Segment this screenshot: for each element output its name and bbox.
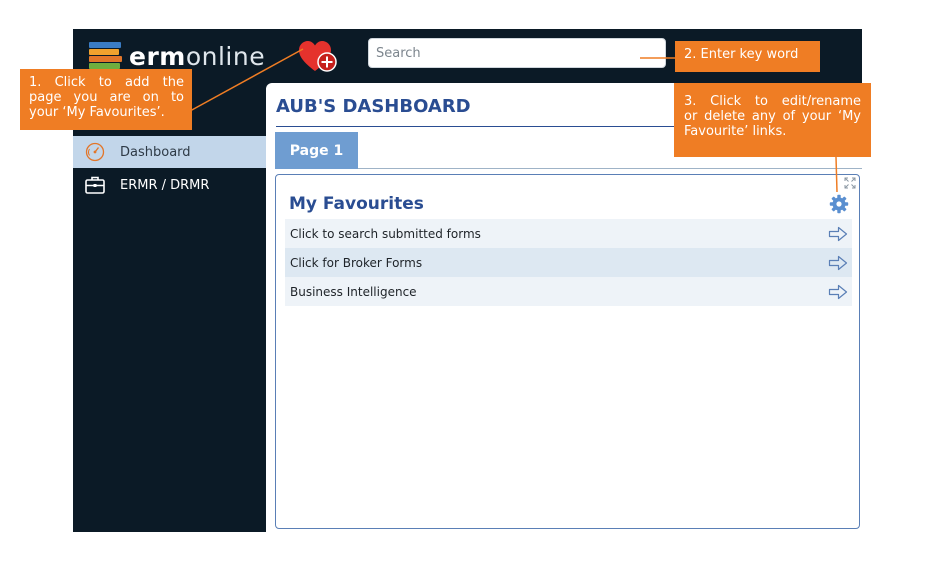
sidebar-item-label: Dashboard — [120, 144, 191, 160]
logo: ermonline — [89, 41, 265, 71]
favourites-panel: My Favourites Click to search submitted … — [275, 174, 860, 529]
logo-books-icon — [89, 42, 123, 70]
callout-search: 2. Enter key word — [675, 41, 820, 72]
expand-icon[interactable] — [844, 177, 856, 189]
sidebar-item-ermr-drmr[interactable]: ERMR / DRMR — [73, 169, 266, 201]
list-item[interactable]: Business Intelligence — [285, 277, 852, 306]
callout-line: 3. Click to edit/rename — [684, 94, 861, 109]
speedometer-icon — [84, 141, 106, 163]
callout-line: your ‘My Favourites’. — [29, 104, 165, 120]
panel-title: My Favourites — [289, 194, 424, 214]
callout-line: Favourite’ links. — [684, 123, 787, 139]
tab-page-1[interactable]: Page 1 — [275, 132, 358, 169]
favourite-link-label: Click for Broker Forms — [290, 255, 423, 270]
callout-line: or delete any of your ‘My — [684, 108, 861, 124]
logo-text-light: online — [185, 41, 266, 71]
search-input[interactable] — [368, 38, 666, 68]
favourite-link-label: Business Intelligence — [290, 284, 417, 299]
sidebar-item-label: ERMR / DRMR — [120, 177, 210, 193]
callout-add-favourite: 1. Click to add the page you are on to y… — [20, 69, 192, 130]
logo-text-bold: erm — [129, 41, 186, 71]
add-favourite-heart-icon[interactable] — [299, 41, 339, 73]
callout-edit-favourites: 3. Click to edit/rename or delete any of… — [674, 83, 871, 157]
arrow-right-icon[interactable] — [828, 284, 848, 300]
callout-line: 1. Click to add the — [29, 75, 184, 90]
arrow-right-icon[interactable] — [828, 226, 848, 242]
favourite-link-label: Click to search submitted forms — [290, 226, 481, 241]
list-item[interactable]: Click to search submitted forms — [285, 219, 852, 248]
arrow-right-icon[interactable] — [828, 255, 848, 271]
callout-line: page you are on to — [29, 89, 184, 105]
list-item[interactable]: Click for Broker Forms — [285, 248, 852, 277]
briefcase-icon — [84, 174, 106, 196]
gear-icon[interactable] — [829, 194, 849, 214]
page-title: AUB'S DASHBOARD — [276, 96, 471, 117]
favourites-list: Click to search submitted forms Click fo… — [285, 219, 852, 306]
sidebar-item-dashboard[interactable]: Dashboard — [73, 136, 266, 168]
tab-divider — [358, 168, 862, 169]
